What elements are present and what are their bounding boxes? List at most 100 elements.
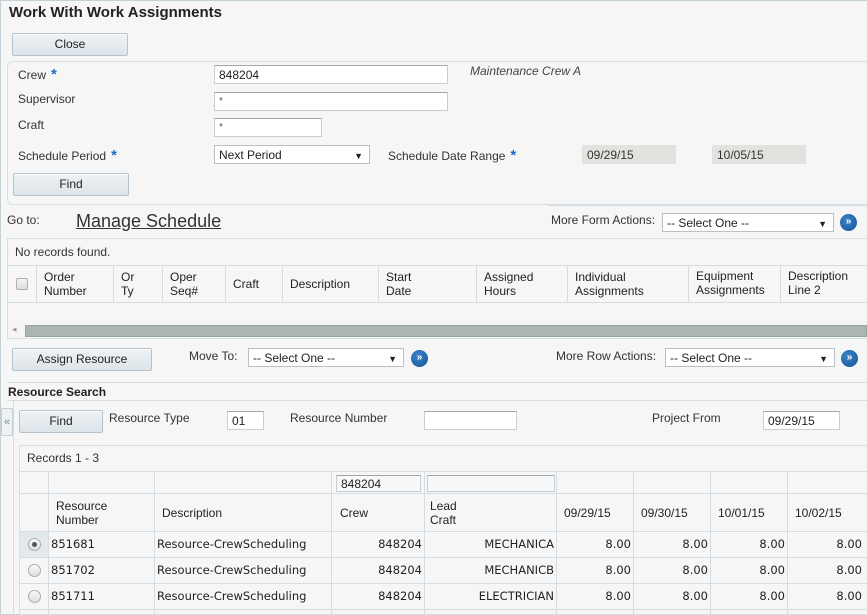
header-text: Description xyxy=(788,269,849,283)
col-order-number[interactable]: Order Number xyxy=(44,270,87,298)
col-date[interactable]: 10/02/15 xyxy=(795,506,842,520)
grid-divider xyxy=(7,302,867,303)
crew-description: Maintenance Crew A xyxy=(470,64,581,78)
more-row-actions-label: More Row Actions: xyxy=(556,349,657,363)
crew-input[interactable]: 848204 xyxy=(214,65,448,84)
hours-cell: 8.00 xyxy=(605,537,631,551)
header-text: Individual xyxy=(575,270,626,284)
double-chevron-right-icon[interactable]: » xyxy=(840,214,857,231)
hours-cell: 8.00 xyxy=(836,563,862,577)
column-divider xyxy=(36,265,37,302)
header-text: Line 2 xyxy=(788,283,821,297)
more-row-actions-value: -- Select One -- xyxy=(670,351,753,365)
header-text: Oper xyxy=(170,270,197,284)
crew-label: Crew * xyxy=(18,66,57,83)
double-chevron-right-icon[interactable]: » xyxy=(411,350,428,367)
column-divider xyxy=(556,471,557,615)
row-select-radio[interactable] xyxy=(28,590,41,603)
project-from-input[interactable]: 09/29/15 xyxy=(763,411,840,430)
hours-cell: 8.00 xyxy=(759,563,785,577)
col-description-line2[interactable]: Description Line 2 xyxy=(788,269,848,297)
hours-cell: 8.00 xyxy=(836,589,862,603)
lead-craft-cell: MECHANICB xyxy=(484,563,554,577)
column-divider xyxy=(113,265,114,302)
col-oper-seq[interactable]: Oper Seq# xyxy=(170,270,198,298)
header-text: Assigned xyxy=(484,270,534,284)
date-range-from: 09/29/15 xyxy=(582,145,676,164)
column-divider xyxy=(378,265,379,302)
resource-number-cell: 851711 xyxy=(51,589,95,603)
goto-label: Go to: xyxy=(7,213,40,227)
grid-divider xyxy=(7,265,867,266)
hours-cell: 8.00 xyxy=(682,537,708,551)
lead-craft-filter-input[interactable] xyxy=(427,475,555,492)
craft-input[interactable]: * xyxy=(214,118,322,137)
column-divider xyxy=(780,265,781,302)
resource-type-input[interactable]: 01 xyxy=(227,411,264,430)
col-resource-number[interactable]: Resource Number xyxy=(56,499,107,527)
more-form-actions-label: More Form Actions: xyxy=(551,213,656,227)
lead-craft-cell: MECHANICA xyxy=(484,537,554,551)
description-cell: Resource-CrewScheduling xyxy=(157,589,307,603)
header-text: Resource xyxy=(56,499,108,513)
header-text: Or xyxy=(121,270,135,284)
more-row-actions-select[interactable]: -- Select One -- ▼ xyxy=(665,348,835,367)
crew-cell: 848204 xyxy=(378,589,422,603)
move-to-label: Move To: xyxy=(189,349,238,363)
select-all-checkbox[interactable] xyxy=(16,278,28,290)
col-or-ty[interactable]: Or Ty xyxy=(121,270,134,298)
grid-divider xyxy=(19,557,867,558)
assign-resource-button[interactable]: Assign Resource xyxy=(12,348,152,371)
close-button[interactable]: Close xyxy=(12,33,128,56)
crew-label-text: Crew xyxy=(18,68,47,82)
dropdown-arrow-icon: ▼ xyxy=(354,151,363,161)
header-text: Hours xyxy=(484,284,517,298)
grid-divider xyxy=(19,471,867,472)
horizontal-scrollbar[interactable] xyxy=(25,325,867,337)
col-lead-craft[interactable]: Lead Craft xyxy=(430,499,457,527)
grid-divider xyxy=(19,531,867,532)
schedule-period-select[interactable]: Next Period ▼ xyxy=(214,145,370,164)
col-craft[interactable]: Craft xyxy=(233,277,259,291)
resource-type-label: Resource Type xyxy=(109,411,190,425)
column-divider xyxy=(282,265,283,302)
divider xyxy=(7,382,867,383)
col-description[interactable]: Description xyxy=(290,277,350,291)
resource-number-input[interactable] xyxy=(424,411,517,430)
col-date[interactable]: 09/29/15 xyxy=(564,506,611,520)
scroll-left-icon[interactable]: ◂ xyxy=(12,324,17,335)
collapse-panel-handle[interactable]: « xyxy=(1,408,13,436)
dropdown-arrow-icon: ▼ xyxy=(819,354,828,364)
col-date[interactable]: 10/01/15 xyxy=(718,506,765,520)
col-equipment-assignments[interactable]: Equipment Assignments xyxy=(696,269,765,297)
resource-find-button[interactable]: Find xyxy=(19,410,103,433)
col-assigned-hours[interactable]: Assigned Hours xyxy=(484,270,533,298)
crew-filter-input[interactable]: 848204 xyxy=(336,475,421,492)
header-text: Date xyxy=(386,284,412,298)
lead-craft-cell: ELECTRICIAN xyxy=(478,589,554,603)
crew-cell: 848204 xyxy=(378,537,422,551)
find-button[interactable]: Find xyxy=(13,173,129,196)
col-date[interactable]: 09/30/15 xyxy=(641,506,688,520)
column-divider xyxy=(154,471,155,615)
col-individual-assignments[interactable]: Individual Assignments xyxy=(575,270,644,298)
column-divider xyxy=(633,471,634,615)
column-divider xyxy=(162,265,163,302)
row-select-radio[interactable] xyxy=(28,538,41,551)
col-crew[interactable]: Crew xyxy=(340,506,368,520)
header-text: Equipment xyxy=(696,269,754,283)
column-divider xyxy=(787,471,788,615)
supervisor-input[interactable]: * xyxy=(214,92,448,111)
col-start-date[interactable]: Start Date xyxy=(386,270,411,298)
more-form-actions-select[interactable]: -- Select One -- ▼ xyxy=(662,213,834,232)
row-select-radio[interactable] xyxy=(28,564,41,577)
schedule-period-label: Schedule Period * xyxy=(18,147,117,164)
double-chevron-right-icon[interactable]: » xyxy=(841,350,858,367)
divider xyxy=(548,205,867,206)
move-to-select[interactable]: -- Select One -- ▼ xyxy=(248,348,404,367)
records-count: Records 1 - 3 xyxy=(27,451,100,465)
header-text: Ty xyxy=(121,284,134,298)
header-text: Number xyxy=(44,284,87,298)
manage-schedule-link[interactable]: Manage Schedule xyxy=(76,211,221,232)
col-description[interactable]: Description xyxy=(162,506,222,520)
